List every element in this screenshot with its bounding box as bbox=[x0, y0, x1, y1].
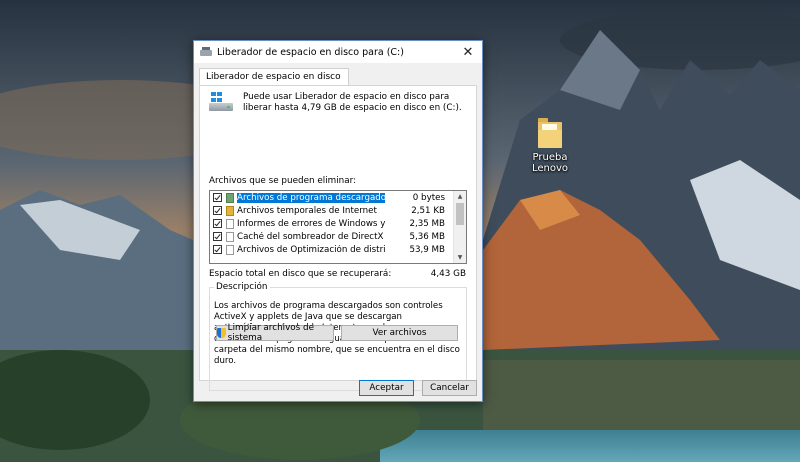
item-name: Caché del sombreador de DirectX bbox=[237, 231, 384, 242]
title-bar[interactable]: Liberador de espacio en disco para (C:) … bbox=[194, 41, 482, 63]
files-list[interactable]: Archivos de programa descargados 0 bytes… bbox=[209, 190, 467, 264]
clean-system-files-label: Limpiar archivos de sistema bbox=[227, 323, 315, 343]
close-icon: ✕ bbox=[462, 44, 474, 60]
folder-icon bbox=[538, 118, 562, 148]
tab-bar: Liberador de espacio en disco bbox=[199, 68, 349, 85]
list-item[interactable]: Archivos temporales de Internet 2,51 KB bbox=[210, 204, 466, 217]
scroll-up-icon[interactable]: ▲ bbox=[454, 191, 466, 202]
checkbox[interactable] bbox=[213, 206, 222, 215]
tab-disk-cleanup[interactable]: Liberador de espacio en disco bbox=[199, 68, 349, 85]
checkbox[interactable] bbox=[213, 232, 222, 241]
list-item[interactable]: Archivos de Optimización de distribución… bbox=[210, 243, 466, 256]
close-button[interactable]: ✕ bbox=[454, 41, 482, 63]
disk-cleanup-dialog: Liberador de espacio en disco para (C:) … bbox=[193, 40, 483, 402]
uac-shield-icon bbox=[217, 328, 226, 338]
item-name: Archivos temporales de Internet bbox=[237, 205, 377, 216]
list-item[interactable]: Archivos de programa descargados 0 bytes bbox=[210, 191, 466, 204]
item-name: Archivos de programa descargados bbox=[237, 192, 385, 203]
list-item[interactable]: Caché del sombreador de DirectX 5,36 MB bbox=[210, 230, 466, 243]
vertical-scrollbar[interactable]: ▲ ▼ bbox=[453, 191, 466, 263]
item-name: Archivos de Optimización de distribución bbox=[237, 244, 385, 255]
desktop-folder-prueba-lenovo[interactable]: Prueba Lenovo bbox=[513, 118, 587, 174]
item-name: Informes de errores de Windows y diag... bbox=[237, 218, 385, 229]
file-icon bbox=[226, 244, 234, 255]
files-label: Archivos que se pueden eliminar: bbox=[209, 176, 357, 186]
intro-section: Puede usar Liberador de espacio en disco… bbox=[209, 92, 471, 114]
item-size: 53,9 MB bbox=[409, 244, 445, 255]
total-space-label: Espacio total en disco que se recuperará… bbox=[209, 269, 392, 279]
description-title: Descripción bbox=[214, 282, 270, 292]
checkbox[interactable] bbox=[213, 219, 222, 228]
total-space-value: 4,43 GB bbox=[430, 269, 466, 279]
item-size: 2,51 KB bbox=[411, 205, 445, 216]
checkbox[interactable] bbox=[213, 245, 222, 254]
item-size: 2,35 MB bbox=[409, 218, 445, 229]
file-icon bbox=[226, 218, 234, 229]
item-size: 5,36 MB bbox=[409, 231, 445, 242]
cancel-button[interactable]: Cancelar bbox=[422, 380, 477, 396]
desktop-icon-label: Prueba Lenovo bbox=[531, 152, 569, 174]
drive-icon bbox=[209, 92, 235, 114]
item-size: 0 bytes bbox=[412, 192, 445, 203]
scroll-thumb[interactable] bbox=[456, 203, 464, 225]
list-item[interactable]: Informes de errores de Windows y diag...… bbox=[210, 217, 466, 230]
lock-icon bbox=[226, 205, 234, 216]
folder-green-icon bbox=[226, 192, 234, 203]
disk-cleanup-icon bbox=[200, 47, 212, 57]
accept-button[interactable]: Aceptar bbox=[359, 380, 414, 396]
file-icon bbox=[226, 231, 234, 242]
window-title: Liberador de espacio en disco para (C:) bbox=[217, 46, 404, 58]
checkbox[interactable] bbox=[213, 193, 222, 202]
view-files-button[interactable]: Ver archivos bbox=[341, 325, 458, 341]
scroll-down-icon[interactable]: ▼ bbox=[454, 252, 466, 263]
clean-system-files-button[interactable]: Limpiar archivos de sistema bbox=[216, 323, 334, 343]
intro-text: Puede usar Liberador de espacio en disco… bbox=[243, 92, 462, 113]
